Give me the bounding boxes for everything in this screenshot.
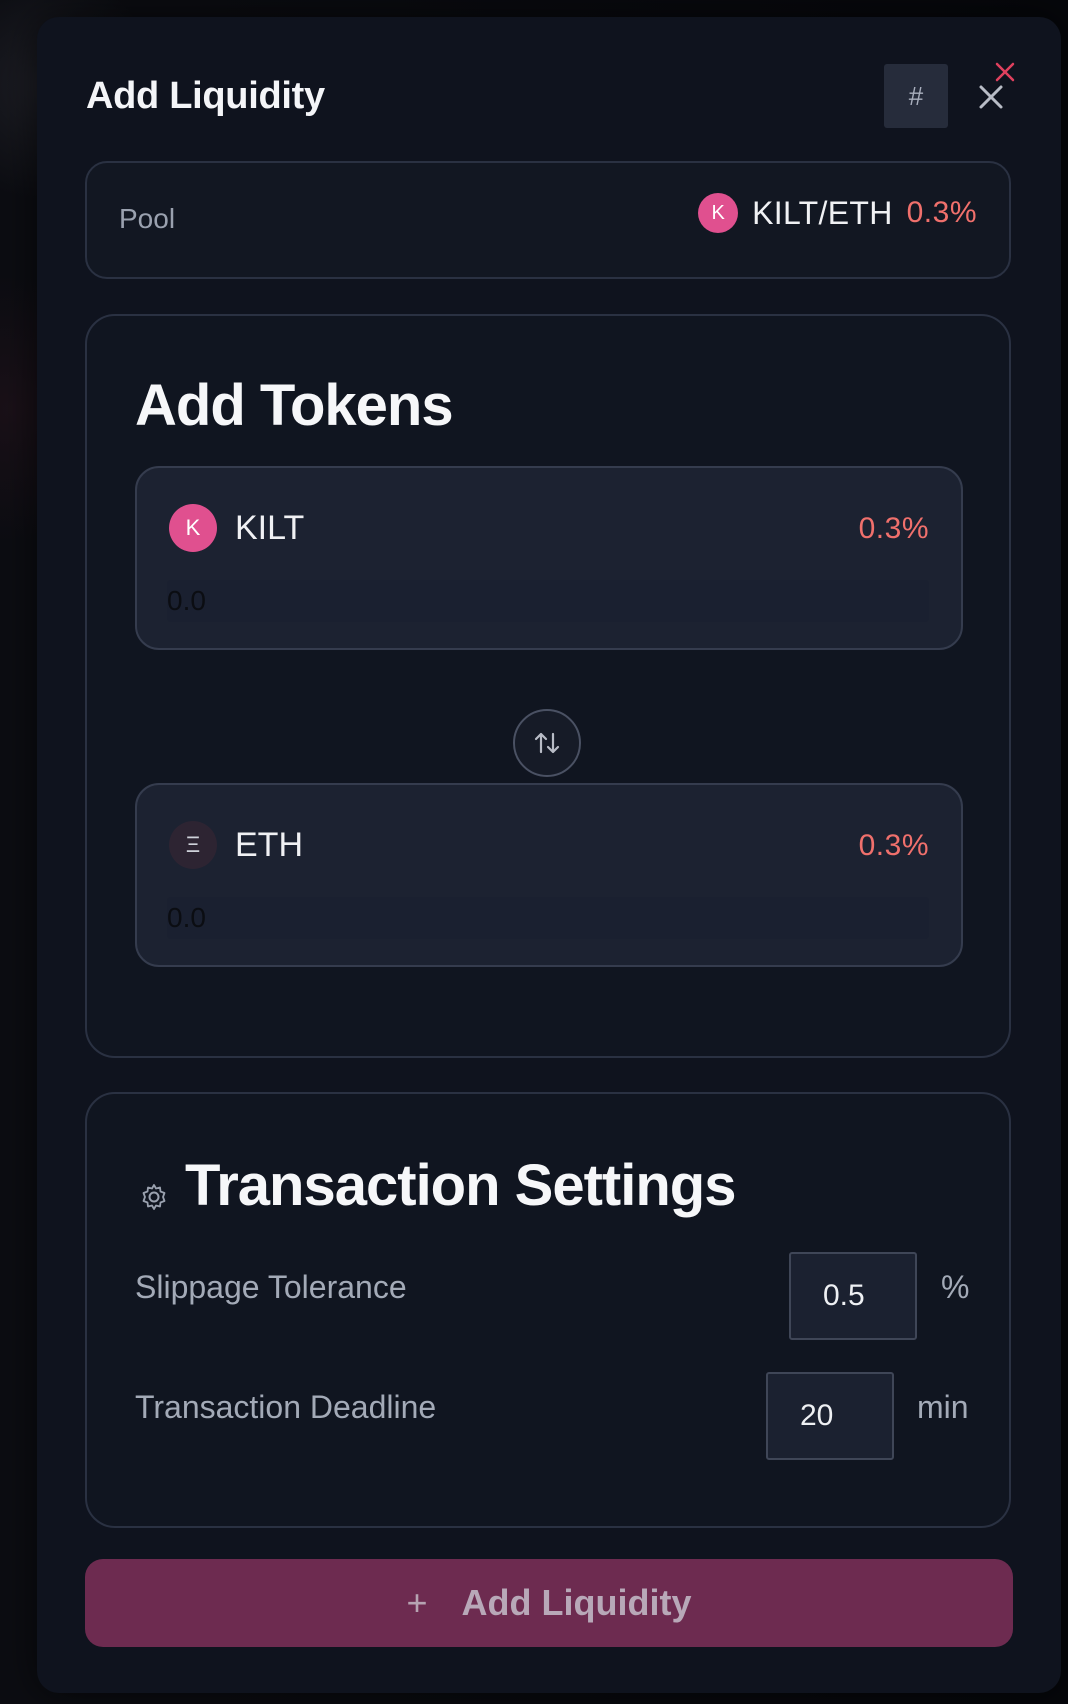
add-tokens-card: Add Tokens K KILT 0.3% Ξ ETH 0.3% (85, 314, 1011, 1058)
token-a-header[interactable]: K KILT (169, 504, 304, 552)
plus-icon: + (406, 1582, 428, 1623)
slippage-tolerance-label: Slippage Tolerance (135, 1269, 407, 1305)
pool-name: KILT/ETH (752, 194, 893, 231)
transaction-deadline-input[interactable] (766, 1372, 894, 1460)
pool-fee: 0.3% (906, 196, 977, 229)
gear-icon (142, 1184, 166, 1210)
token-a-fee: 0.3% (858, 512, 929, 545)
pool-card: Pool K KILT/ETH 0.3% (85, 161, 1011, 279)
token-b-box: Ξ ETH 0.3% (135, 783, 963, 967)
transaction-deadline-label: Transaction Deadline (135, 1389, 437, 1425)
add-liquidity-button-label: Add Liquidity (461, 1582, 692, 1623)
eth-token-icon: Ξ (169, 821, 217, 869)
token-b-fee: 0.3% (858, 829, 929, 862)
add-tokens-title: Add Tokens (135, 373, 454, 438)
add-liquidity-button[interactable]: + Add Liquidity (85, 1559, 1013, 1647)
swap-arrows-icon (534, 732, 560, 754)
token-a-box: K KILT 0.3% (135, 466, 963, 650)
transaction-settings-card: Transaction Settings Slippage Tolerance … (85, 1092, 1011, 1528)
token-a-name: KILT (235, 508, 305, 547)
add-liquidity-modal: Add Liquidity # Pool K KILT/ETH 0.3% Add… (37, 17, 1061, 1693)
kilt-token-icon: K (698, 193, 739, 233)
token-a-amount-input[interactable] (167, 580, 929, 622)
transaction-settings-title: Transaction Settings (185, 1153, 736, 1218)
pool-label: Pool (119, 203, 176, 234)
slippage-tolerance-input[interactable] (789, 1252, 917, 1340)
hash-button[interactable]: # (884, 64, 948, 128)
token-b-header[interactable]: Ξ ETH (169, 821, 303, 869)
kilt-token-icon: K (169, 504, 217, 552)
token-b-name: ETH (235, 825, 303, 864)
token-b-amount-input[interactable] (167, 897, 929, 939)
pool-info: K KILT/ETH 0.3% (698, 193, 977, 233)
deadline-unit: min (917, 1389, 969, 1425)
close-highlight-icon[interactable] (992, 59, 1018, 85)
swap-button[interactable] (513, 709, 581, 777)
modal-title: Add Liquidity (86, 75, 325, 117)
slippage-unit: % (941, 1269, 970, 1305)
